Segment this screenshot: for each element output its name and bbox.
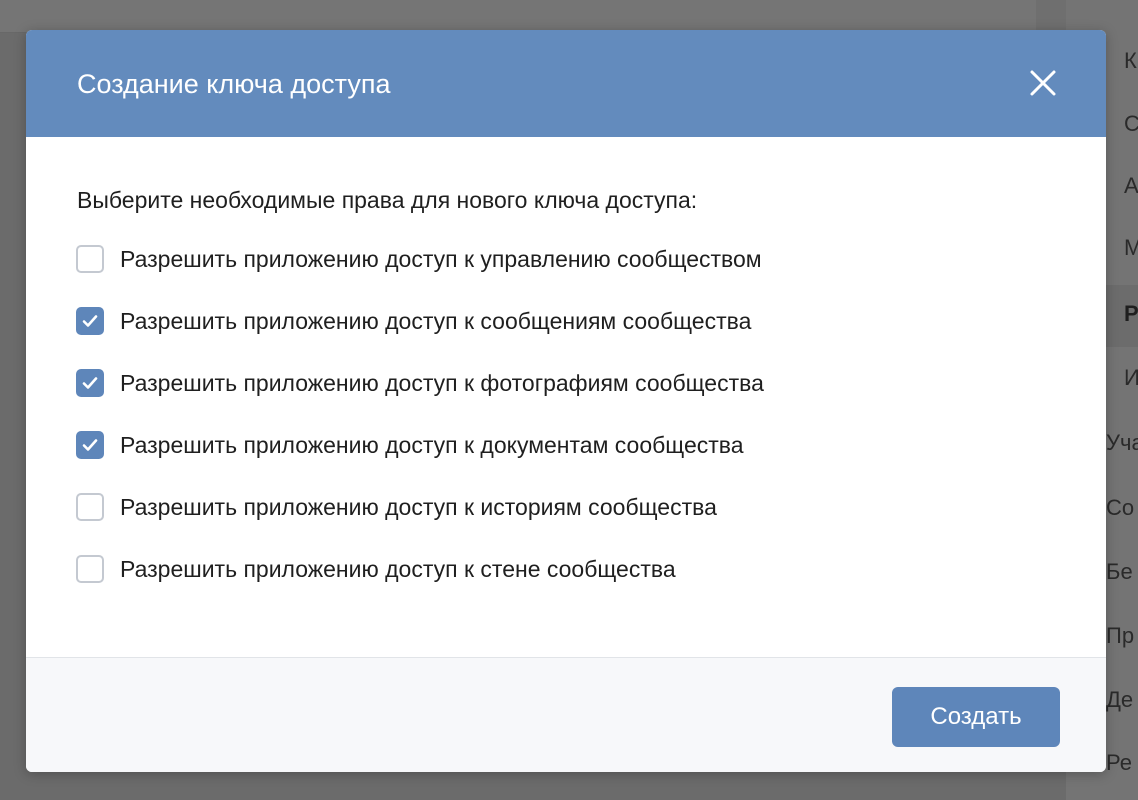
background-sidebar-item: Де	[1106, 687, 1134, 712]
dialog-body: Выберите необходимые права для нового кл…	[26, 137, 1106, 657]
permission-option-messages[interactable]: Разрешить приложению доступ к сообщениям…	[76, 307, 764, 369]
background-sidebar-item-active: Р	[1124, 301, 1138, 326]
close-icon	[1030, 70, 1056, 96]
background-sidebar-item: Пр	[1106, 623, 1135, 648]
permission-label: Разрешить приложению доступ к управлению…	[120, 246, 762, 272]
background-sidebar-item: М	[1124, 235, 1138, 260]
permissions-list: Разрешить приложению доступ к управлению…	[76, 245, 764, 617]
background-sidebar-item: Со	[1106, 495, 1135, 520]
background-sidebar-item: К	[1124, 48, 1137, 73]
permission-checkbox[interactable]	[76, 369, 104, 397]
permission-label: Разрешить приложению доступ к историям с…	[120, 494, 717, 520]
close-button[interactable]	[1027, 67, 1059, 99]
background-sidebar-item: Уча	[1106, 430, 1138, 455]
background-sidebar-item: Ре	[1106, 750, 1132, 775]
dialog-footer: Создать	[26, 657, 1106, 772]
checkmark-icon	[82, 377, 98, 389]
permission-label: Разрешить приложению доступ к сообщениям…	[120, 308, 752, 334]
access-key-dialog: Создание ключа доступа Выберите необходи…	[26, 30, 1106, 772]
permission-option-stories[interactable]: Разрешить приложению доступ к историям с…	[76, 493, 764, 555]
permission-option-documents[interactable]: Разрешить приложению доступ к документам…	[76, 431, 764, 493]
dialog-header: Создание ключа доступа	[26, 30, 1106, 137]
permission-checkbox[interactable]	[76, 555, 104, 583]
background-sidebar-item: Бе	[1106, 559, 1133, 584]
permission-option-wall[interactable]: Разрешить приложению доступ к стене сооб…	[76, 555, 764, 617]
checkmark-icon	[82, 439, 98, 451]
permissions-intro: Выберите необходимые права для нового кл…	[77, 187, 698, 213]
permission-option-manage[interactable]: Разрешить приложению доступ к управлению…	[76, 245, 764, 307]
dialog-title: Создание ключа доступа	[77, 69, 391, 99]
background-top-bar	[0, 0, 1138, 33]
permission-label: Разрешить приложению доступ к документам…	[120, 432, 744, 458]
create-button[interactable]: Создать	[892, 687, 1060, 747]
permission-option-photos[interactable]: Разрешить приложению доступ к фотография…	[76, 369, 764, 431]
permission-checkbox[interactable]	[76, 307, 104, 335]
permission-checkbox[interactable]	[76, 493, 104, 521]
permission-checkbox[interactable]	[76, 245, 104, 273]
background-sidebar-item: А	[1124, 173, 1138, 198]
permission-label: Разрешить приложению доступ к фотография…	[120, 370, 764, 396]
background-top-bar-edge	[1036, 0, 1066, 32]
permission-checkbox[interactable]	[76, 431, 104, 459]
permission-label: Разрешить приложению доступ к стене сооб…	[120, 556, 676, 582]
checkmark-icon	[82, 315, 98, 327]
background-sidebar-item: И	[1124, 365, 1138, 390]
background-sidebar-item: С	[1124, 111, 1138, 136]
